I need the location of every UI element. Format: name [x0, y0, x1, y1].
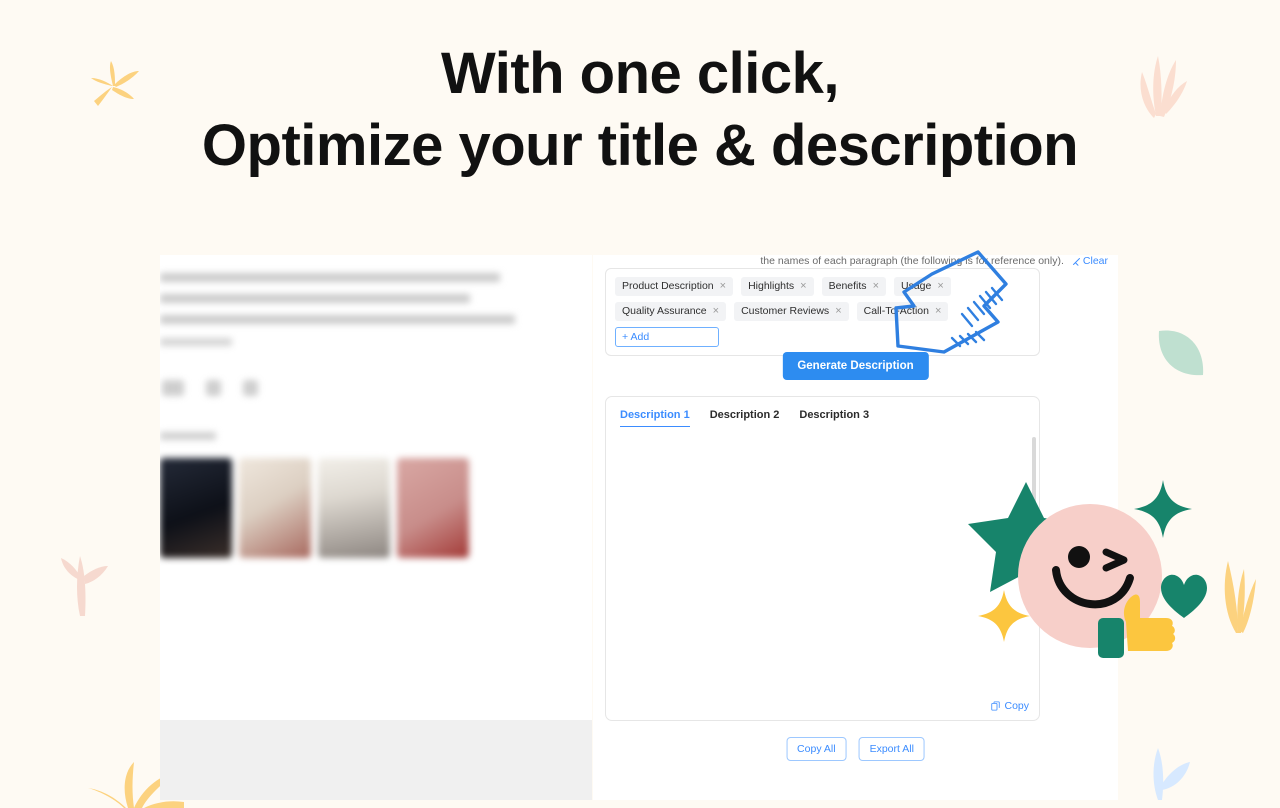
- gallery-section-label: [160, 432, 216, 440]
- page-title: With one click, Optimize your title & de…: [0, 38, 1280, 182]
- action-icon: [243, 380, 258, 396]
- description-tabs: Description 1 Description 2 Description …: [606, 397, 1039, 427]
- copy-button[interactable]: Copy: [991, 700, 1029, 712]
- product-thumbnail: [318, 458, 390, 558]
- blurred-product-content: [160, 263, 592, 558]
- add-tag-input[interactable]: [615, 327, 719, 347]
- tab-description-3[interactable]: Description 3: [799, 409, 869, 427]
- text-line: [160, 315, 515, 324]
- results-footer-actions: Copy All Export All: [786, 737, 925, 761]
- tag-benefits[interactable]: Benefits ×: [821, 277, 886, 296]
- paragraph-tags-card: Product Description × Highlights × Benef…: [605, 268, 1040, 356]
- product-thumbnail-row: [160, 458, 592, 558]
- product-thumbnail: [160, 458, 232, 558]
- tag-usage[interactable]: Usage ×: [894, 277, 951, 296]
- product-description-text: [160, 263, 592, 346]
- tag-label: Highlights: [748, 280, 795, 292]
- action-icon: [206, 380, 221, 396]
- page-title-line-1: With one click,: [440, 41, 840, 106]
- text-line: [160, 273, 500, 282]
- close-icon[interactable]: ×: [713, 305, 719, 318]
- heart-green-icon: [1161, 574, 1207, 618]
- tag-label: Product Description: [622, 280, 714, 292]
- tab-description-1[interactable]: Description 1: [620, 409, 690, 427]
- tag-label: Benefits: [828, 280, 867, 292]
- copy-all-button[interactable]: Copy All: [786, 737, 847, 761]
- close-icon[interactable]: ×: [800, 280, 806, 293]
- tag-label: Quality Assurance: [622, 305, 707, 317]
- export-all-button[interactable]: Export All: [858, 737, 925, 761]
- description-generator-panel: the names of each paragraph (the followi…: [593, 255, 1118, 800]
- paragraph-hint-text: the names of each paragraph (the followi…: [760, 255, 1064, 267]
- app-screenshot: the names of each paragraph (the followi…: [160, 255, 1118, 800]
- close-icon[interactable]: ×: [937, 280, 943, 293]
- scrollbar[interactable]: [1032, 437, 1036, 532]
- text-line: [160, 338, 232, 346]
- clear-label: Clear: [1082, 255, 1108, 267]
- tag-label: Call-To-Action: [863, 305, 929, 317]
- product-action-icons: [160, 380, 592, 396]
- product-preview-panel: [160, 255, 592, 800]
- broom-icon: [1072, 257, 1080, 266]
- paragraph-tag-list: Product Description × Highlights × Benef…: [615, 277, 1030, 347]
- generate-description-button[interactable]: Generate Description: [782, 352, 929, 380]
- tag-product-description[interactable]: Product Description ×: [615, 277, 734, 296]
- tag-label: Usage: [901, 280, 932, 292]
- copy-label: Copy: [1004, 700, 1029, 712]
- product-thumbnail: [239, 458, 311, 558]
- tag-highlights[interactable]: Highlights ×: [741, 277, 814, 296]
- description-results-card: Description 1 Description 2 Description …: [605, 396, 1040, 721]
- tag-call-to-action[interactable]: Call-To-Action ×: [856, 302, 949, 321]
- sprout-blue-bottom-right-icon: [1153, 748, 1190, 800]
- clear-button[interactable]: Clear: [1072, 255, 1108, 267]
- product-thumbnail: [397, 458, 469, 558]
- paragraph-hint-row: the names of each paragraph (the followi…: [593, 253, 1118, 269]
- text-line: [160, 294, 470, 303]
- wheat-yellow-right-icon: [1224, 561, 1256, 633]
- page-title-line-2: Optimize your title & description: [201, 113, 1079, 178]
- tag-customer-reviews[interactable]: Customer Reviews ×: [734, 302, 849, 321]
- action-icon: [162, 380, 184, 396]
- tag-label: Customer Reviews: [741, 305, 830, 317]
- cactus-pink-left-icon: [61, 556, 108, 616]
- tag-quality-assurance[interactable]: Quality Assurance ×: [615, 302, 727, 321]
- leaf-mint-right-icon: [1158, 330, 1204, 376]
- copy-icon: [991, 701, 1001, 711]
- close-icon[interactable]: ×: [935, 305, 941, 318]
- description-output-area[interactable]: [606, 435, 1039, 692]
- close-icon[interactable]: ×: [720, 280, 726, 293]
- close-icon[interactable]: ×: [873, 280, 879, 293]
- tab-description-2[interactable]: Description 2: [710, 409, 780, 427]
- close-icon[interactable]: ×: [835, 305, 841, 318]
- sparkle-green-icon: [1134, 480, 1192, 538]
- panel-footer-bar: [160, 720, 592, 800]
